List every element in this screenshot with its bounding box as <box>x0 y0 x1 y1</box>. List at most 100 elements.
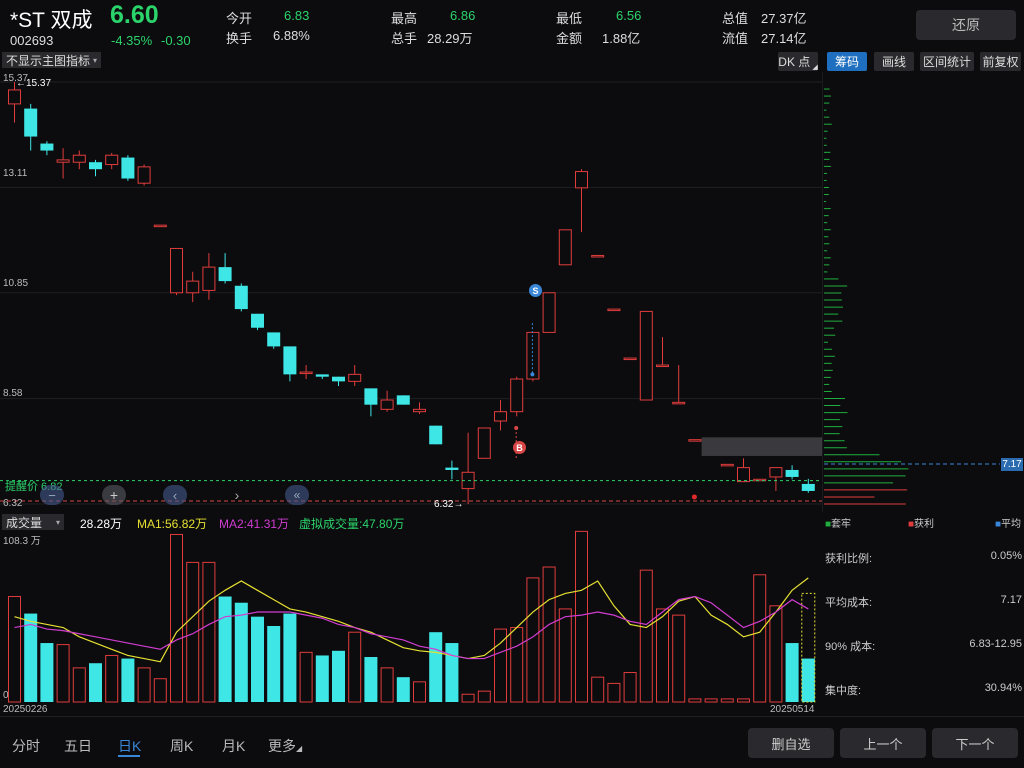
concentration-label: 集中度: <box>825 682 861 698</box>
candle-body <box>57 160 69 162</box>
candle-body <box>267 332 280 346</box>
scroll-right-icon[interactable]: › <box>225 485 249 505</box>
kline-chart[interactable] <box>0 72 822 512</box>
candle-body <box>495 412 507 421</box>
candle-body <box>689 440 701 442</box>
chips-button[interactable]: 筹码 <box>827 52 867 71</box>
ylabel-2: 10.85 <box>3 278 28 289</box>
candle-body <box>106 155 118 164</box>
jump-start-icon[interactable]: « <box>285 485 309 505</box>
volume-bar <box>445 643 458 702</box>
volume-indicator-label: 成交量 <box>6 514 42 531</box>
candle-body <box>673 402 685 404</box>
stat-label-float-cap: 流值 <box>722 28 748 47</box>
next-stock-button[interactable]: 下一个 <box>932 728 1018 758</box>
candle-body <box>640 311 652 400</box>
tab-daily-k[interactable]: 日K <box>118 736 141 756</box>
candle-body <box>235 286 248 309</box>
date-start: 20250226 <box>3 704 48 715</box>
volume-bar <box>138 668 150 702</box>
main-indicator-select[interactable]: 不显示主图指标 ▾ <box>2 52 101 68</box>
volume-bar <box>673 615 685 702</box>
candle-body <box>283 346 296 374</box>
low-marker: 6.32→ <box>434 499 463 510</box>
stock-code: 002693 <box>10 33 53 48</box>
candle-body <box>40 144 53 151</box>
cost-90-label: 90% 成本: <box>825 638 875 654</box>
stat-value-total-cap: 27.37亿 <box>761 8 807 27</box>
volume-bar <box>73 668 85 702</box>
volume-bar <box>624 673 636 702</box>
avg-cost-value: 7.17 <box>922 594 1022 606</box>
candle-body <box>251 314 264 328</box>
volume-bar <box>414 682 426 702</box>
candle-body <box>364 388 377 404</box>
tab-more[interactable]: 更多◢ <box>268 736 302 756</box>
candle-body <box>73 155 85 162</box>
volume-bar <box>705 699 717 702</box>
candle-body <box>24 109 37 137</box>
ylabel-bottom: 6.32 <box>3 498 22 509</box>
candle-body <box>608 309 620 311</box>
tab-monthly-k[interactable]: 月K <box>222 736 245 756</box>
volume-bar <box>154 679 166 702</box>
candle-body <box>171 248 183 292</box>
volume-indicator-select[interactable]: 成交量 ▾ <box>2 514 64 530</box>
dk-point-button[interactable]: DK 点 ◢ <box>778 52 818 71</box>
candle-body <box>478 428 490 458</box>
range-shade-box <box>702 437 822 456</box>
stock-name: *ST 双成 <box>10 4 92 34</box>
volume-bar <box>381 668 393 702</box>
concentration-value: 30.94% <box>922 682 1022 694</box>
volume-bar <box>397 677 410 702</box>
candle-body <box>219 267 232 281</box>
avg-cost-label: 平均成本: <box>825 594 872 610</box>
restore-button[interactable]: 还原 <box>916 10 1016 40</box>
tab-five-day[interactable]: 五日 <box>64 736 92 756</box>
buy-signal-dot <box>514 426 518 430</box>
draw-line-button[interactable]: 画线 <box>874 52 914 71</box>
volume-bar <box>106 655 118 702</box>
chips-price-tag: 7.17 <box>1001 458 1023 471</box>
date-end: 20250514 <box>770 704 815 715</box>
candle-body <box>543 293 555 333</box>
volume-bar <box>462 694 474 702</box>
adjust-button[interactable]: 前复权 <box>980 52 1021 71</box>
volume-bar <box>608 683 620 702</box>
active-tab-underline <box>118 755 140 757</box>
corner-triangle-icon: ◢ <box>812 63 817 71</box>
candle-body <box>721 464 733 466</box>
zoom-in-icon[interactable]: + <box>102 485 126 505</box>
remove-watchlist-button[interactable]: 删自选 <box>748 728 834 758</box>
stat-value-amount: 1.88亿 <box>602 28 640 47</box>
candle-body <box>121 158 134 179</box>
volume-bar <box>40 643 53 702</box>
sell-signal-badge[interactable]: S <box>529 284 542 297</box>
legend-profit: ■获利 <box>908 515 934 530</box>
chips-distribution <box>822 72 1024 512</box>
main-indicator-label: 不显示主图指标 <box>6 52 90 69</box>
candle-body <box>802 484 815 491</box>
bottom-divider <box>0 716 1024 717</box>
candle-body <box>332 377 345 382</box>
profit-ratio-value: 0.05% <box>922 550 1022 562</box>
buy-signal-badge[interactable]: B <box>513 441 526 454</box>
range-stats-button[interactable]: 区间统计 <box>920 52 974 71</box>
ylabel-1: 13.11 <box>3 168 27 179</box>
tab-intraday[interactable]: 分时 <box>12 736 40 756</box>
change-percent: -4.35% <box>111 33 152 48</box>
dropdown-icon: ▾ <box>93 56 97 65</box>
sell-signal-dot <box>530 372 534 376</box>
candle-body <box>786 470 799 477</box>
candle-body <box>657 365 669 367</box>
zoom-out-icon[interactable]: − <box>40 485 64 505</box>
volume-bar <box>495 629 507 702</box>
candle-body <box>381 400 393 409</box>
stat-label-turnover: 换手 <box>226 28 252 47</box>
scroll-left-icon[interactable]: ‹ <box>163 485 187 505</box>
prev-stock-button[interactable]: 上一个 <box>840 728 926 758</box>
tab-weekly-k[interactable]: 周K <box>170 736 193 756</box>
chart-annotations <box>0 323 822 501</box>
volume-bar <box>657 609 669 702</box>
candle-body <box>414 409 426 411</box>
